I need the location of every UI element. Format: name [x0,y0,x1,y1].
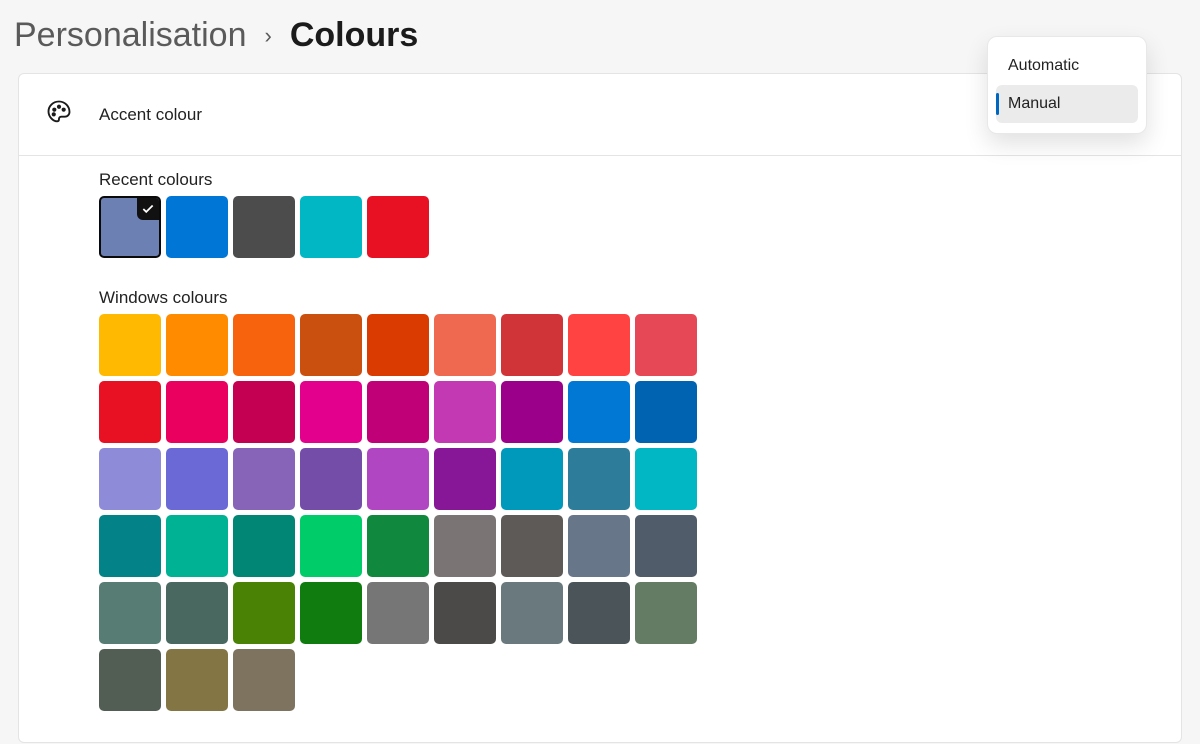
accent-title: Accent colour [99,105,202,125]
accent-content: Recent colours Windows colours [19,156,1181,711]
windows-colour-swatch[interactable] [166,381,228,443]
windows-colour-swatch[interactable] [99,515,161,577]
windows-colour-swatch[interactable] [233,649,295,711]
windows-colour-swatch[interactable] [300,582,362,644]
windows-colour-swatch[interactable] [166,582,228,644]
windows-colour-swatch[interactable] [233,381,295,443]
accent-mode-dropdown[interactable]: Automatic Manual [987,36,1147,134]
recent-colour-swatch[interactable] [166,196,228,258]
windows-colour-swatch[interactable] [501,448,563,510]
windows-colour-swatch[interactable] [166,448,228,510]
windows-colour-swatch[interactable] [99,649,161,711]
windows-colour-swatch[interactable] [635,515,697,577]
windows-colour-swatch[interactable] [367,314,429,376]
windows-colour-swatch[interactable] [501,381,563,443]
windows-colour-swatch[interactable] [635,381,697,443]
windows-colour-swatch[interactable] [367,448,429,510]
recent-colour-swatch[interactable] [367,196,429,258]
recent-colour-swatch[interactable] [233,196,295,258]
dropdown-option-manual[interactable]: Manual [996,85,1138,123]
windows-colour-swatch[interactable] [434,381,496,443]
windows-colours-label: Windows colours [99,288,1181,308]
windows-colour-swatch[interactable] [300,314,362,376]
windows-colour-swatch[interactable] [501,314,563,376]
windows-colour-swatch[interactable] [568,582,630,644]
check-icon [137,198,159,220]
windows-colour-swatch[interactable] [367,515,429,577]
palette-icon [45,98,73,131]
dropdown-option-automatic[interactable]: Automatic [996,47,1138,85]
windows-colour-swatch[interactable] [501,582,563,644]
windows-colour-swatch[interactable] [568,448,630,510]
windows-colour-swatch[interactable] [635,448,697,510]
windows-colour-swatch[interactable] [300,381,362,443]
windows-colour-swatch[interactable] [434,448,496,510]
windows-colour-swatch[interactable] [99,582,161,644]
windows-colour-swatch[interactable] [635,314,697,376]
windows-colour-swatch[interactable] [99,448,161,510]
windows-colour-swatch[interactable] [501,515,563,577]
windows-colour-swatch[interactable] [166,515,228,577]
windows-colour-swatch[interactable] [635,582,697,644]
recent-colour-swatch[interactable] [300,196,362,258]
recent-colours-label: Recent colours [99,170,1181,190]
windows-colour-swatch[interactable] [99,381,161,443]
windows-colour-swatch[interactable] [434,515,496,577]
windows-colour-swatch[interactable] [233,582,295,644]
windows-colour-swatch[interactable] [233,515,295,577]
recent-colours-row [99,196,719,258]
windows-colour-swatch[interactable] [434,582,496,644]
windows-colour-swatch[interactable] [99,314,161,376]
windows-colours-grid [99,314,719,711]
windows-colour-swatch[interactable] [434,314,496,376]
chevron-right-icon: › [264,23,271,49]
windows-colour-swatch[interactable] [166,314,228,376]
windows-colour-swatch[interactable] [233,314,295,376]
recent-colour-swatch[interactable] [99,196,161,258]
windows-colour-swatch[interactable] [300,515,362,577]
windows-colour-swatch[interactable] [568,381,630,443]
windows-colour-swatch[interactable] [300,448,362,510]
windows-colour-swatch[interactable] [568,515,630,577]
breadcrumb-parent[interactable]: Personalisation [14,16,246,55]
windows-colour-swatch[interactable] [166,649,228,711]
windows-colour-swatch[interactable] [568,314,630,376]
breadcrumb-current: Colours [290,16,418,55]
windows-colour-swatch[interactable] [233,448,295,510]
windows-colour-swatch[interactable] [367,582,429,644]
windows-colour-swatch[interactable] [367,381,429,443]
accent-panel: Automatic Manual Accent colour Recent co… [18,73,1182,743]
